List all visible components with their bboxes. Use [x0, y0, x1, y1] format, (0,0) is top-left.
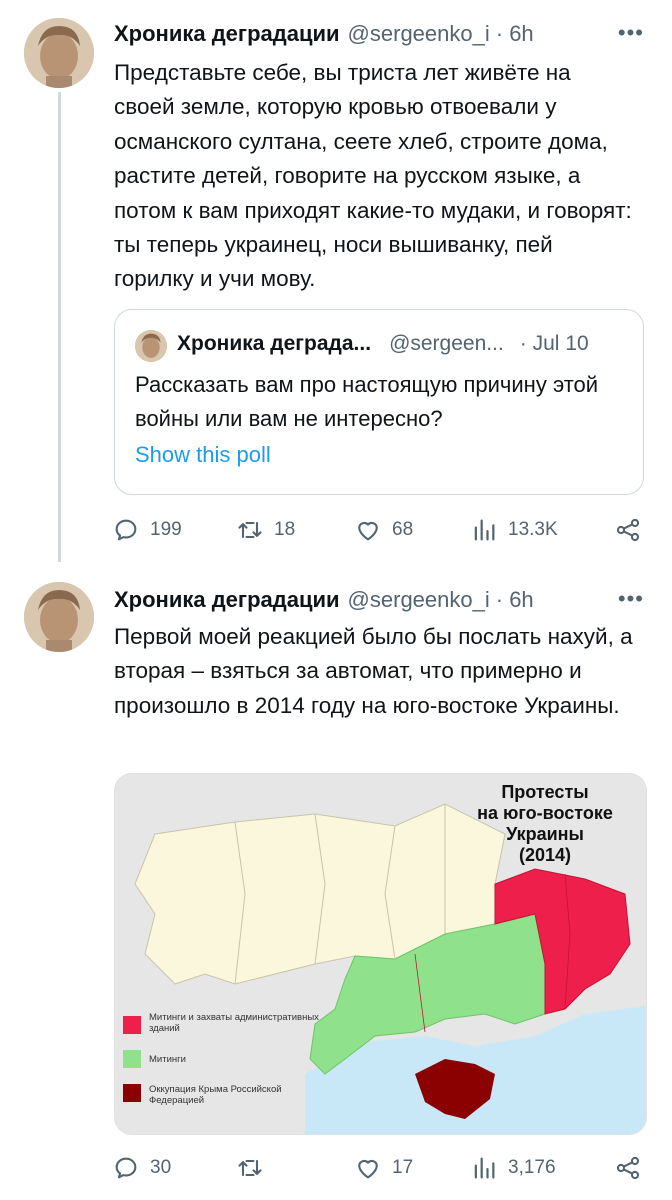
- map-title-line: Украины: [506, 824, 584, 844]
- thread-line: [58, 92, 61, 562]
- quote-avatar: [135, 330, 167, 362]
- like-button[interactable]: 68: [354, 510, 413, 550]
- retweet-icon: [238, 521, 262, 539]
- author-name[interactable]: Хроника деградации: [114, 587, 340, 613]
- legend-swatch: [123, 1084, 141, 1102]
- more-icon[interactable]: •••: [618, 586, 644, 612]
- author-handle[interactable]: @sergeenko_i: [348, 21, 490, 47]
- legend-label: Оккупация Крыма Российской Федерацией: [149, 1084, 282, 1106]
- tweet-actions: 199 18 68 13.3K: [108, 510, 652, 550]
- share-icon: [616, 518, 640, 542]
- legend-label: Митинги и захваты административных здани…: [149, 1012, 319, 1034]
- views-icon: [474, 519, 495, 541]
- quote-time: · Jul 10: [519, 332, 589, 355]
- tweet-time[interactable]: · 6h: [496, 587, 534, 613]
- tweet-actions: 30 17 3,176: [108, 1148, 652, 1188]
- show-poll-link[interactable]: Show this poll: [135, 442, 271, 468]
- retweet-button[interactable]: [236, 1148, 274, 1188]
- quote-header: Хроника деграда... @sergeen... · Jul 10: [177, 332, 627, 356]
- like-button[interactable]: 17: [354, 1148, 413, 1188]
- legend-label: Митинги: [149, 1054, 186, 1065]
- tweet-time[interactable]: · 6h: [496, 21, 534, 47]
- tweet-header: Хроника деградации @sergeenko_i · 6h: [114, 18, 652, 50]
- more-icon[interactable]: •••: [618, 20, 644, 46]
- author-avatar[interactable]: [24, 582, 94, 652]
- author-name[interactable]: Хроника деградации: [114, 21, 340, 47]
- share-button[interactable]: [614, 1148, 642, 1188]
- views-count: 3,176: [508, 1157, 556, 1178]
- reply-icon: [115, 519, 137, 541]
- retweet-button[interactable]: 18: [236, 510, 295, 550]
- tweet-image-map[interactable]: Протесты на юго-востоке Украины (2014) М…: [114, 773, 647, 1135]
- tweet-text: Представьте себе, вы триста лет живёте н…: [114, 60, 632, 292]
- views-button[interactable]: 13.3K: [470, 510, 558, 550]
- views-icon: [474, 1157, 495, 1179]
- map-title-line: Протесты: [501, 782, 589, 802]
- quote-author-handle: @sergeen...: [389, 332, 504, 355]
- tweet-header: Хроника деградации @sergeenko_i · 6h: [114, 584, 652, 616]
- tweet-1[interactable]: Хроника деградации @sergeenko_i · 6h •••…: [0, 0, 672, 570]
- views-button[interactable]: 3,176: [470, 1148, 556, 1188]
- reply-icon: [115, 1157, 137, 1179]
- reply-count: 30: [150, 1157, 172, 1178]
- quote-author-name: Хроника деграда...: [177, 332, 372, 355]
- reply-button[interactable]: 30: [112, 1148, 171, 1188]
- legend-swatch: [123, 1016, 141, 1034]
- views-count: 13.3K: [508, 519, 558, 540]
- legend-swatch: [123, 1050, 141, 1068]
- map-title-line: на юго-востоке: [477, 803, 613, 823]
- map-title-line: (2014): [518, 845, 572, 865]
- quote-text: Рассказать вам про настоящую причину это…: [135, 372, 599, 431]
- like-icon: [358, 521, 378, 541]
- retweet-count: 18: [274, 519, 296, 540]
- reply-count: 199: [150, 519, 182, 540]
- retweet-icon: [238, 1159, 262, 1177]
- like-icon: [358, 1159, 378, 1179]
- author-avatar[interactable]: [24, 18, 94, 88]
- author-handle[interactable]: @sergeenko_i: [348, 587, 490, 613]
- like-count: 17: [392, 1157, 414, 1178]
- reply-button[interactable]: 199: [112, 510, 182, 550]
- quoted-tweet[interactable]: Хроника деграда... @sergeen... · Jul 10 …: [114, 309, 644, 495]
- map-title: Протесты на юго-востоке Украины (2014): [445, 782, 645, 866]
- tweet-text: Первой моей реакцией было бы послать нах…: [114, 624, 633, 718]
- like-count: 68: [392, 519, 414, 540]
- share-button[interactable]: [614, 510, 642, 550]
- share-icon: [616, 1156, 640, 1180]
